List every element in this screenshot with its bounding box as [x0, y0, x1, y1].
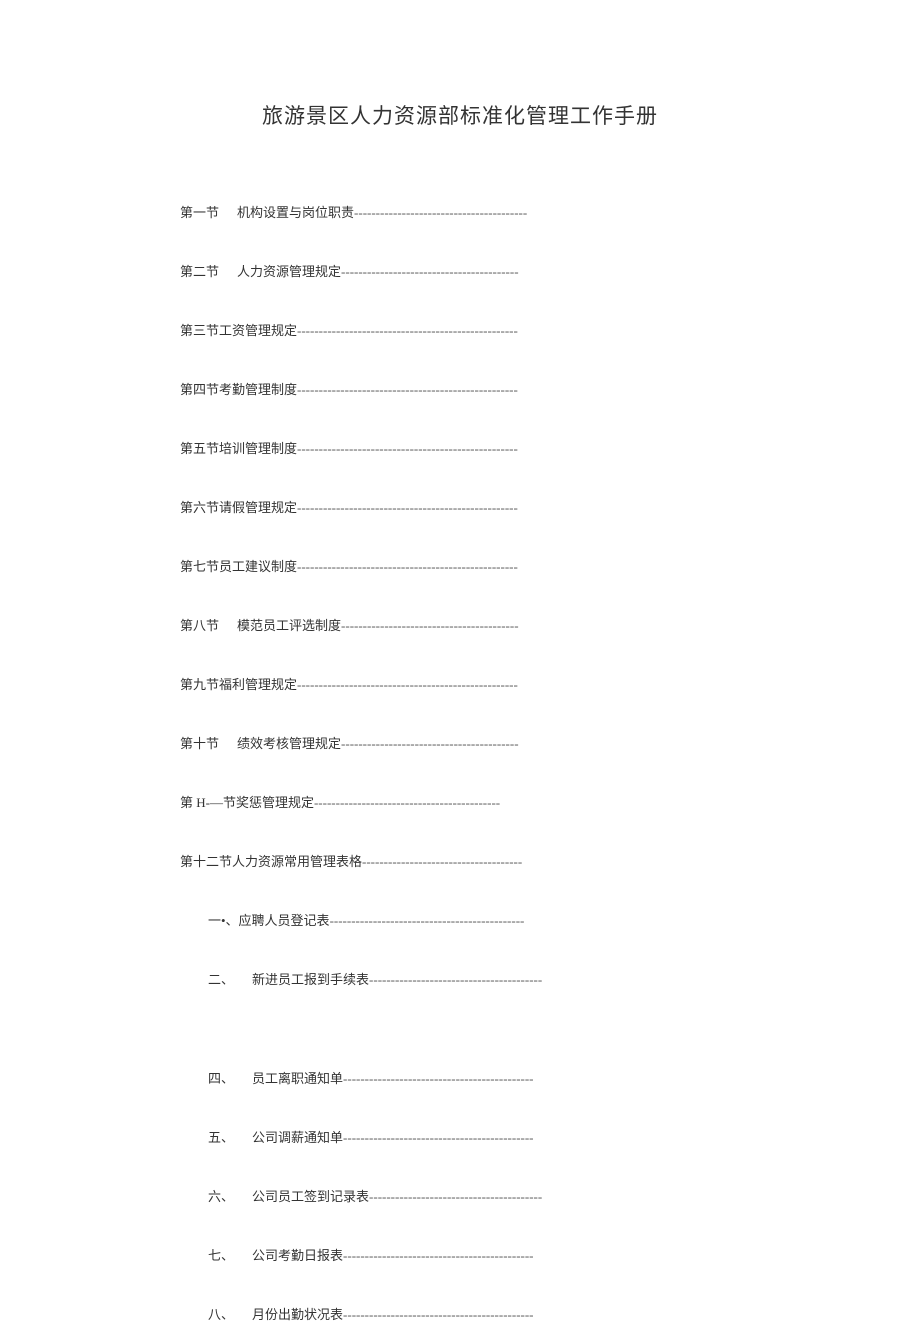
entry-leader: ----------------------------------------…	[341, 264, 519, 280]
entry-label: 第二节	[180, 261, 219, 280]
toc-sub-entry: 一•、应聘人员登记表 -----------------------------…	[180, 910, 740, 929]
entry-leader: ----------------------------------------…	[341, 618, 519, 634]
entry-title: 机构设置与岗位职责	[237, 202, 354, 221]
toc-sub-entry: 六、公司员工签到记录表-----------------------------…	[180, 1186, 740, 1205]
entry-label: 第七节员工建议制度	[180, 556, 297, 575]
toc-entry: 第二节人力资源管理规定-----------------------------…	[180, 261, 740, 280]
entry-leader: ----------------------------------------	[369, 1189, 542, 1205]
entry-label: 第一节	[180, 202, 219, 221]
toc-entry: 第五节培训管理制度 ------------------------------…	[180, 438, 740, 457]
entry-label: 第四节考勤管理制度	[180, 379, 297, 398]
entry-label: 八、	[208, 1304, 234, 1323]
entry-label: 二、	[208, 969, 234, 988]
toc-entry: 第 H-—节奖惩管理规定 ---------------------------…	[180, 792, 740, 811]
entry-label: 七、	[208, 1245, 234, 1264]
entry-title: 绩效考核管理规定	[237, 733, 341, 752]
entry-leader: ----------------------------------------…	[297, 500, 518, 516]
toc-sub-entry: 八、月份出勤状况表-------------------------------…	[180, 1304, 740, 1323]
entry-title: 公司员工签到记录表	[252, 1186, 369, 1205]
entry-leader: ----------------------------------------…	[297, 382, 518, 398]
entry-leader: ----------------------------------------…	[297, 559, 518, 575]
entry-leader: ----------------------------------------…	[341, 736, 519, 752]
entry-label: 四、	[208, 1068, 234, 1087]
page-title: 旅游景区人力资源部标准化管理工作手册	[180, 100, 740, 130]
entry-title: 新进员工报到手续表	[252, 969, 369, 988]
entry-title: 公司调薪通知单	[252, 1127, 343, 1146]
entry-label: 第三节工资管理规定	[180, 320, 297, 339]
entry-label: 第十二节人力资源常用管理表格	[180, 851, 362, 870]
entry-label: 第六节请假管理规定	[180, 497, 297, 516]
entry-label: 六、	[208, 1186, 234, 1205]
entry-leader: ----------------------------------------…	[343, 1248, 533, 1264]
entry-leader: ----------------------------------------…	[343, 1130, 533, 1146]
entry-leader: ----------------------------------------…	[297, 677, 518, 693]
toc-entry: 第六节请假管理规定 ------------------------------…	[180, 497, 740, 516]
missing-item-gap	[180, 1028, 740, 1068]
toc-sub-entry: 四、员工离职通知单-------------------------------…	[180, 1068, 740, 1087]
entry-leader: ----------------------------------------…	[343, 1071, 533, 1087]
entry-label: 第十节	[180, 733, 219, 752]
toc-sub-entry: 二、新进员工报到手续表-----------------------------…	[180, 969, 740, 988]
toc-entry: 第八节模范员工评选制度-----------------------------…	[180, 615, 740, 634]
entry-leader: ----------------------------------------…	[314, 795, 500, 811]
toc-entry: 第七节员工建议制度 ------------------------------…	[180, 556, 740, 575]
entry-title: 员工离职通知单	[252, 1068, 343, 1087]
entry-title: 公司考勤日报表	[252, 1245, 343, 1264]
entry-leader: -------------------------------------	[362, 854, 522, 870]
entry-label: 第 H-—节奖惩管理规定	[180, 792, 314, 811]
entry-label: 五、	[208, 1127, 234, 1146]
entry-label: 第八节	[180, 615, 219, 634]
entry-title: 模范员工评选制度	[237, 615, 341, 634]
entry-label: 第九节福利管理规定	[180, 674, 297, 693]
entry-title: 人力资源管理规定	[237, 261, 341, 280]
toc-container: 第一节机构设置与岗位职责----------------------------…	[180, 202, 740, 1323]
entry-leader: ----------------------------------------…	[343, 1307, 533, 1323]
entry-leader: ----------------------------------------…	[297, 323, 518, 339]
entry-label: 第五节培训管理制度	[180, 438, 297, 457]
toc-entry: 第一节机构设置与岗位职责----------------------------…	[180, 202, 740, 221]
entry-leader: ----------------------------------------…	[330, 913, 525, 929]
toc-sub-entry: 七、公司考勤日报表-------------------------------…	[180, 1245, 740, 1264]
entry-leader: ----------------------------------------…	[297, 441, 518, 457]
toc-entry: 第十节绩效考核管理规定-----------------------------…	[180, 733, 740, 752]
toc-entry: 第十二节人力资源常用管理表格 -------------------------…	[180, 851, 740, 870]
toc-sub-entry: 五、公司调薪通知单-------------------------------…	[180, 1127, 740, 1146]
entry-leader: ----------------------------------------	[369, 972, 542, 988]
toc-entry: 第九节福利管理规定 ------------------------------…	[180, 674, 740, 693]
entry-leader: ----------------------------------------	[354, 205, 527, 221]
toc-entry: 第四节考勤管理制度 ------------------------------…	[180, 379, 740, 398]
entry-title: 月份出勤状况表	[252, 1304, 343, 1323]
toc-entry: 第三节工资管理规定 ------------------------------…	[180, 320, 740, 339]
entry-label: 一•、应聘人员登记表	[208, 910, 330, 929]
